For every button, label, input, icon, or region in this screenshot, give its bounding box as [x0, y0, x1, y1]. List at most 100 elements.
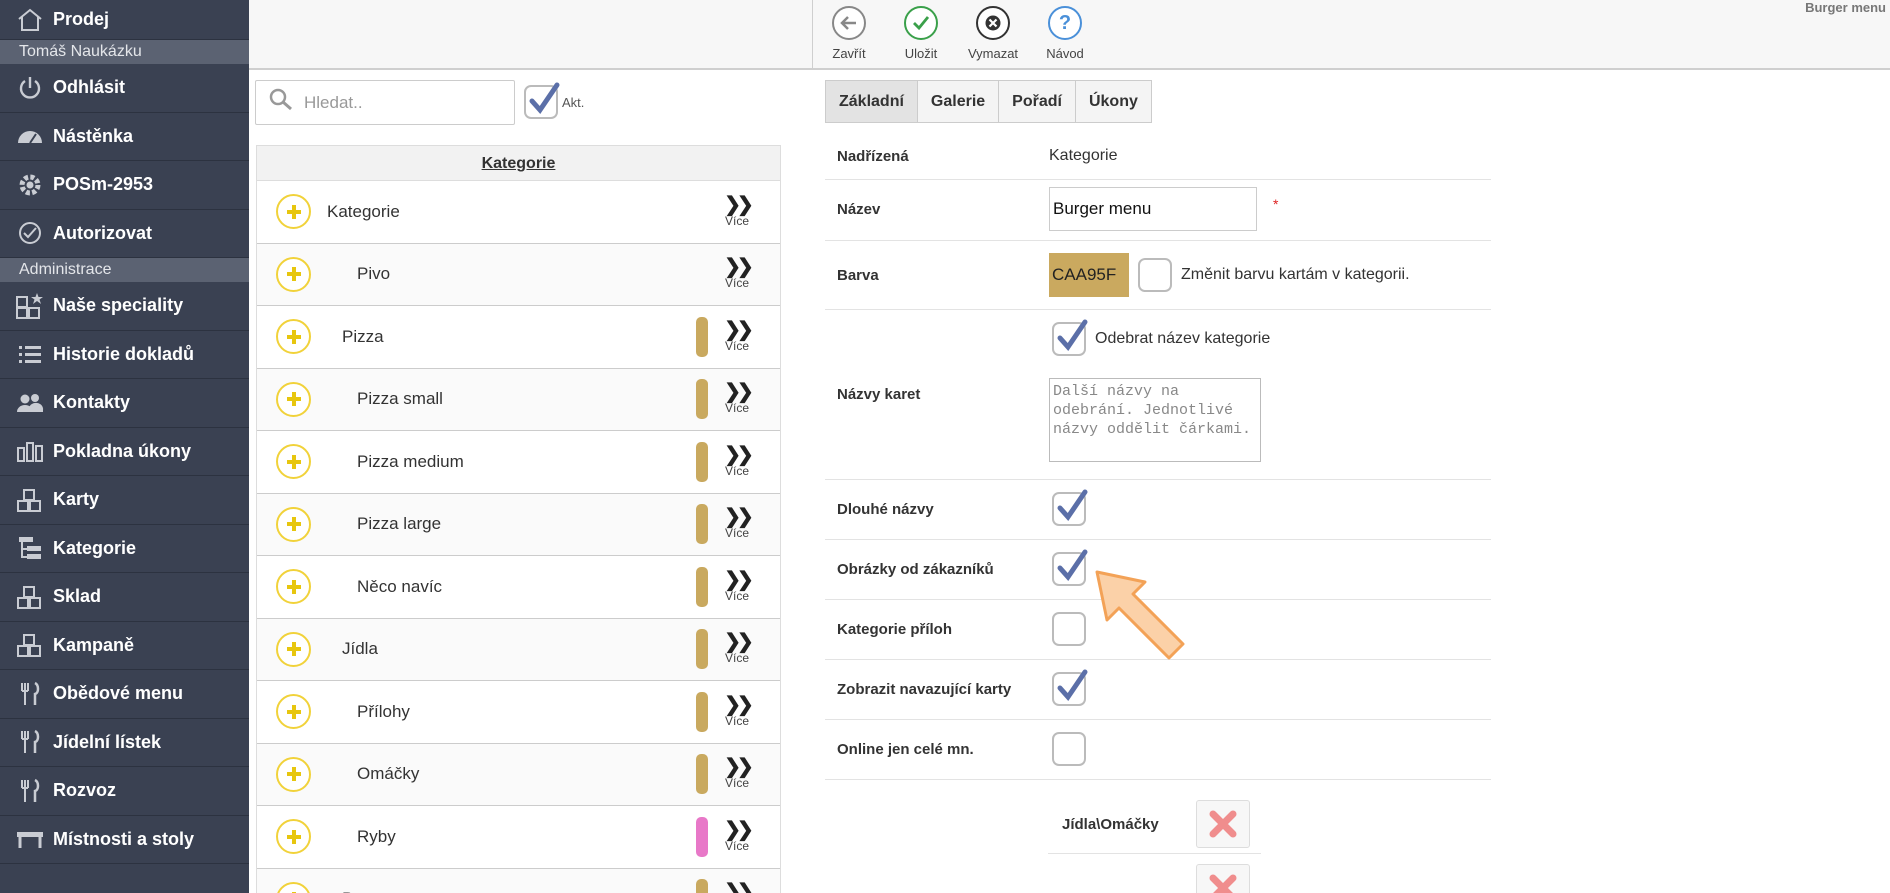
more-button[interactable]: ❯❯Více: [722, 820, 754, 853]
category-row[interactable]: Omáčky ❯❯ Více: [257, 743, 780, 806]
active-filter: Akt.: [524, 82, 584, 119]
add-category-button[interactable]: [276, 506, 311, 542]
help-button[interactable]: ? Návod: [1029, 0, 1101, 68]
cutlery-icon: [13, 729, 47, 755]
category-row[interactable]: Burger menu ❯❯Více: [257, 868, 780, 893]
add-category-button[interactable]: [276, 694, 311, 730]
sidebar-item[interactable]: Jídelní lístek: [0, 719, 249, 767]
save-button[interactable]: Uložit: [885, 0, 957, 68]
add-category-button[interactable]: [276, 319, 311, 355]
sidebar-item[interactable]: Kampaně: [0, 622, 249, 670]
add-category-button[interactable]: [276, 569, 311, 605]
add-category-button[interactable]: [276, 256, 311, 292]
category-row[interactable]: Pizza small ❯❯ Více: [257, 368, 780, 431]
category-row[interactable]: Přílohy ❯❯ Více: [257, 681, 780, 744]
sidebar-item[interactable]: Autorizovat: [0, 210, 249, 258]
delete-button[interactable]: Vymazat: [957, 0, 1029, 68]
category-row[interactable]: Pizza medium ❯❯ Více: [257, 431, 780, 494]
more-button[interactable]: ❯❯Více: [722, 507, 754, 540]
sidebar-item[interactable]: Historie dokladů: [0, 331, 249, 379]
online-whole-checkbox[interactable]: [1052, 732, 1086, 766]
form-row-long-names: Dlouhé názvy: [825, 480, 1491, 540]
add-category-button[interactable]: [276, 819, 311, 855]
sidebar-item[interactable]: Sklad: [0, 573, 249, 622]
category-row[interactable]: Jídla ❯❯ Více: [257, 618, 780, 681]
more-label: Více: [724, 338, 749, 353]
more-button[interactable]: ❯❯Více: [722, 320, 754, 353]
sidebar-item[interactable]: Rozvoz: [0, 767, 249, 816]
sidebar-item[interactable]: POSm-2953: [0, 161, 249, 210]
boxes-icon: [13, 584, 47, 610]
long-names-label: Dlouhé názvy: [837, 501, 934, 518]
close-button-label: Zavřít: [832, 46, 866, 61]
more-button[interactable]: ❯❯Více: [722, 568, 754, 603]
sidebar-item[interactable]: Nástěnka: [0, 113, 249, 161]
category-name: Burger menu: [342, 889, 440, 893]
change-color-checkbox[interactable]: [1138, 258, 1172, 292]
more-label: Více: [724, 463, 749, 478]
close-button[interactable]: Zavřít: [813, 0, 885, 68]
active-checkbox[interactable]: [524, 82, 560, 119]
more-button[interactable]: ❯❯Více: [722, 632, 754, 665]
remove-linked-button[interactable]: [1196, 864, 1250, 893]
category-row[interactable]: Pizza ❯❯ Více: [257, 306, 780, 369]
category-row[interactable]: Pizza large ❯❯ Více: [257, 493, 780, 556]
tab-gallery[interactable]: Galerie: [916, 80, 1000, 123]
add-category-button[interactable]: [276, 756, 311, 792]
category-row[interactable]: Ryby ❯❯ Více: [257, 806, 780, 869]
category-row[interactable]: Kategorie ❯❯ Více: [257, 181, 780, 244]
category-row[interactable]: Pivo ❯❯ Více: [257, 243, 780, 306]
add-category-button[interactable]: [276, 194, 311, 230]
tab-actions[interactable]: Úkony: [1074, 80, 1152, 123]
more-button[interactable]: ❯❯Více: [722, 382, 754, 415]
more-button[interactable]: ❯❯Více: [722, 445, 754, 478]
sidebar-item[interactable]: Místnosti a stoly: [0, 816, 249, 864]
cutlery-icon: [13, 681, 47, 707]
category-color-swatch: [696, 816, 708, 857]
remove-linked-button[interactable]: [1196, 800, 1250, 848]
more-button[interactable]: ❯❯Více: [722, 195, 754, 228]
card-names-textarea[interactable]: [1049, 378, 1261, 462]
app-root: { "sidebar": { "top_item": "Prodej", "us…: [0, 0, 1890, 893]
sidebar-item-prodej[interactable]: Prodej: [0, 0, 249, 40]
more-button[interactable]: ❯❯Více: [722, 695, 754, 728]
list-icon: [13, 343, 47, 365]
add-category-button[interactable]: [276, 881, 311, 893]
side-categories-checkbox[interactable]: [1052, 612, 1086, 646]
add-category-button[interactable]: [276, 444, 311, 480]
long-names-checkbox[interactable]: [1052, 489, 1088, 526]
sidebar-item[interactable]: Naše speciality: [0, 282, 249, 331]
tab-basic[interactable]: Základní: [825, 80, 918, 123]
color-swatch-input[interactable]: CAA95F: [1049, 253, 1129, 297]
online-whole-label: Online jen celé mn.: [837, 741, 974, 758]
sidebar-item-label: Rozvoz: [53, 780, 116, 801]
more-button[interactable]: ❯❯Více: [722, 757, 754, 790]
sidebar-item[interactable]: Pokladna úkony: [0, 428, 249, 476]
category-name: Ryby: [357, 826, 396, 846]
sidebar-item[interactable]: Obědové menu: [0, 670, 249, 719]
category-color-swatch: [696, 754, 708, 795]
sidebar-item-label: Pokladna úkony: [53, 440, 192, 461]
add-category-button[interactable]: [276, 381, 311, 417]
linked-category-name: Jídla\Omáčky: [1062, 816, 1159, 833]
search-input[interactable]: [304, 92, 494, 113]
sidebar-item[interactable]: Karty: [0, 476, 249, 525]
sidebar-item[interactable]: Kontakty: [0, 379, 249, 428]
sidebar-item[interactable]: Kategorie: [0, 525, 249, 573]
show-following-checkbox[interactable]: [1052, 669, 1088, 706]
double-chevron-icon: ❯❯: [724, 568, 754, 591]
category-color-swatch: [696, 316, 708, 357]
more-button[interactable]: ❯❯Více: [722, 257, 754, 290]
category-color-swatch: [696, 504, 708, 545]
remove-name-checkbox[interactable]: [1052, 319, 1088, 356]
red-x-icon: [1209, 874, 1237, 893]
add-category-button[interactable]: [276, 631, 311, 667]
customer-images-checkbox[interactable]: [1052, 549, 1088, 586]
tab-order[interactable]: Pořadí: [998, 80, 1076, 123]
category-header[interactable]: Kategorie: [257, 146, 780, 181]
category-row[interactable]: Něco navíc ❯❯ Více: [257, 556, 780, 619]
name-field[interactable]: [1049, 187, 1257, 231]
linked-category-row: Jídla\Omáčky: [1048, 790, 1261, 854]
sidebar-item[interactable]: Odhlásit: [0, 64, 249, 113]
more-button[interactable]: ❯❯Více: [722, 882, 754, 893]
